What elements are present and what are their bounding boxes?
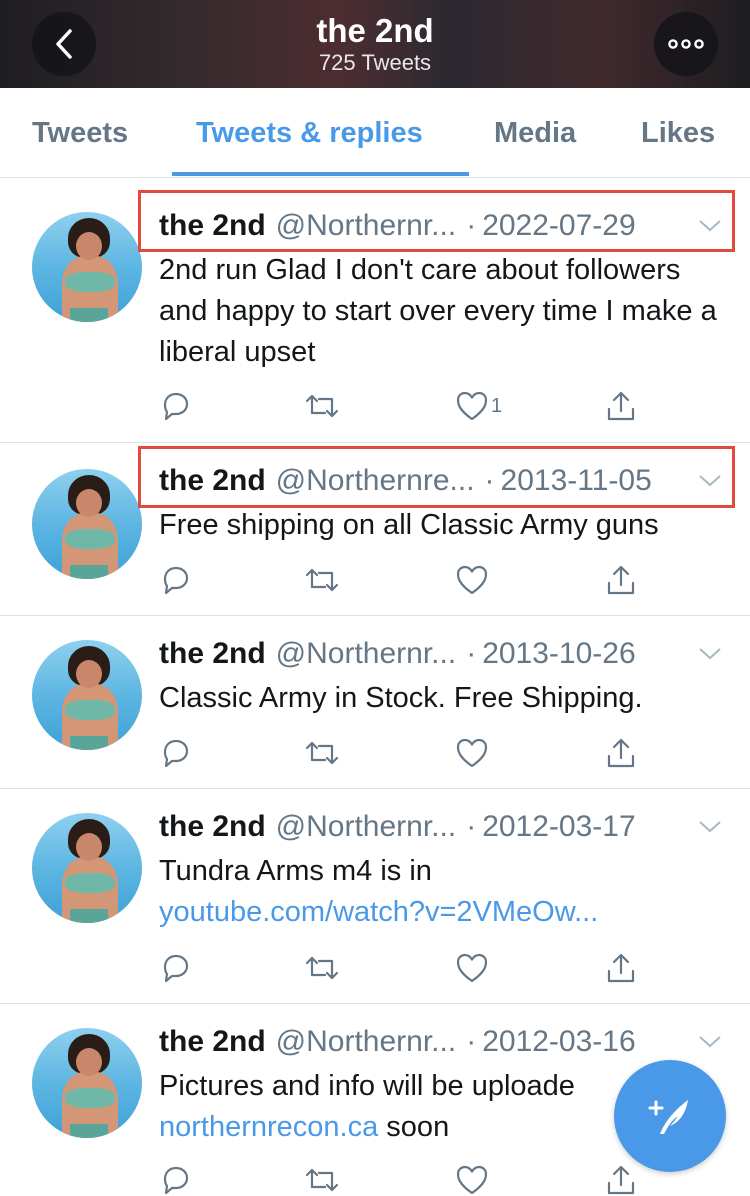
active-tab-indicator <box>172 172 469 176</box>
tweet-count: 725 Tweets <box>318 50 432 75</box>
retweet-button[interactable] <box>303 733 341 773</box>
retweet-icon <box>305 741 339 765</box>
tweet-actions: 1 <box>159 386 639 426</box>
tweet-actions <box>159 1160 639 1196</box>
avatar[interactable] <box>32 212 142 322</box>
retweet-button[interactable] <box>303 948 341 988</box>
tweet-item[interactable]: the 2nd @Northernre... · 2013-11-05 Free… <box>0 443 750 616</box>
retweet-button[interactable] <box>303 386 341 426</box>
heart-icon <box>456 1165 488 1195</box>
tweet-link[interactable]: youtube.com/watch?v=2VMeOw... <box>159 892 729 933</box>
reply-icon <box>163 954 189 983</box>
tweet-header: the 2nd @Northernr... · 2012-03-17 <box>159 807 636 847</box>
annotation-highlight-box <box>138 190 735 252</box>
heart-icon <box>456 391 488 421</box>
retweet-icon <box>305 568 339 592</box>
retweet-icon <box>305 1168 339 1192</box>
more-horizontal-icon <box>668 39 704 49</box>
reply-button[interactable] <box>159 386 193 426</box>
profile-header: the 2nd 725 Tweets <box>0 0 750 88</box>
like-button[interactable] <box>455 733 489 773</box>
like-count: 1 <box>491 394 503 417</box>
tab-tweets-and-replies[interactable]: Tweets & replies <box>196 88 423 178</box>
share-icon <box>607 1165 635 1195</box>
heart-icon <box>456 738 488 768</box>
compose-tweet-icon <box>648 1100 688 1134</box>
tweet-actions <box>159 560 639 600</box>
tab-tweets[interactable]: Tweets <box>32 88 128 178</box>
tweet-author-name[interactable]: the 2nd <box>159 637 266 671</box>
reply-icon <box>163 739 189 768</box>
tweet-date[interactable]: 2013-10-26 <box>482 637 635 671</box>
retweet-icon <box>305 394 339 418</box>
share-icon <box>607 565 635 595</box>
tweet-text: 2nd run Glad I don't care about follower… <box>159 254 717 368</box>
tweet-author-handle[interactable]: @Northernr... <box>276 1025 457 1059</box>
reply-icon <box>163 392 189 421</box>
reply-button[interactable] <box>159 733 193 773</box>
tweet-item[interactable]: the 2nd @Northernr... · 2013-10-26 Class… <box>0 616 750 789</box>
reply-button[interactable] <box>159 560 193 600</box>
separator-dot: · <box>466 637 477 670</box>
reply-icon <box>163 566 189 595</box>
like-button[interactable] <box>455 1160 489 1196</box>
tweet-author-name[interactable]: the 2nd <box>159 1025 266 1059</box>
reply-button[interactable] <box>159 1160 193 1196</box>
tweet-text: Tundra Arms m4 is in youtube.com/watch?v… <box>159 851 729 933</box>
retweet-button[interactable] <box>303 560 341 600</box>
chevron-down-icon[interactable] <box>698 819 722 835</box>
tweet-author-name[interactable]: the 2nd <box>159 810 266 844</box>
tweet-header: the 2nd @Northernr... · 2013-10-26 <box>159 634 636 674</box>
more-options-button[interactable] <box>654 12 718 76</box>
tweet-actions <box>159 948 639 988</box>
compose-tweet-button[interactable] <box>614 1060 726 1172</box>
tweet-link[interactable]: northernrecon.ca <box>159 1111 378 1143</box>
retweet-icon <box>305 956 339 980</box>
profile-name-title: the 2nd <box>316 12 434 49</box>
avatar[interactable] <box>32 813 142 923</box>
tab-media[interactable]: Media <box>494 88 576 178</box>
chevron-down-icon[interactable] <box>698 646 722 662</box>
share-button[interactable] <box>605 948 637 988</box>
separator-dot: · <box>466 1025 477 1058</box>
tweet-item[interactable]: the 2nd @Northernr... · 2022-07-29 2nd r… <box>0 186 750 443</box>
avatar[interactable] <box>32 469 142 579</box>
tweet-item[interactable]: the 2nd @Northernr... · 2012-03-17 Tundr… <box>0 789 750 1004</box>
share-button[interactable] <box>605 1160 637 1196</box>
share-button[interactable] <box>605 560 637 600</box>
reply-button[interactable] <box>159 948 193 988</box>
heart-icon <box>456 953 488 983</box>
tweet-text-line: Tundra Arms m4 is in <box>159 855 432 887</box>
tweet-author-handle[interactable]: @Northernr... <box>276 637 457 671</box>
tweet-author-handle[interactable]: @Northernr... <box>276 810 457 844</box>
tweet-header: the 2nd @Northernr... · 2012-03-16 <box>159 1022 636 1062</box>
share-icon <box>607 953 635 983</box>
share-icon <box>607 391 635 421</box>
heart-icon <box>456 565 488 595</box>
tweet-date[interactable]: 2012-03-17 <box>482 810 635 844</box>
tab-likes[interactable]: Likes <box>641 88 715 178</box>
like-button[interactable] <box>455 560 489 600</box>
reply-icon <box>163 1166 189 1195</box>
annotation-highlight-box <box>138 446 735 508</box>
tweet-actions <box>159 733 639 773</box>
profile-tabs: Tweets Tweets & replies Media Likes <box>0 88 750 178</box>
tweet-date[interactable]: 2012-03-16 <box>482 1025 635 1059</box>
tweet-text: Free shipping on all Classic Army guns <box>159 509 659 541</box>
share-icon <box>607 738 635 768</box>
share-button[interactable] <box>605 386 637 426</box>
tweet-text-suffix: soon <box>378 1111 450 1143</box>
like-button[interactable]: 1 <box>455 386 502 426</box>
retweet-button[interactable] <box>303 1160 341 1196</box>
tweet-text: Classic Army in Stock. Free Shipping. <box>159 682 643 714</box>
avatar[interactable] <box>32 640 142 750</box>
avatar[interactable] <box>32 1028 142 1138</box>
share-button[interactable] <box>605 733 637 773</box>
chevron-down-icon[interactable] <box>698 1034 722 1050</box>
separator-dot: · <box>466 810 477 843</box>
like-button[interactable] <box>455 948 489 988</box>
